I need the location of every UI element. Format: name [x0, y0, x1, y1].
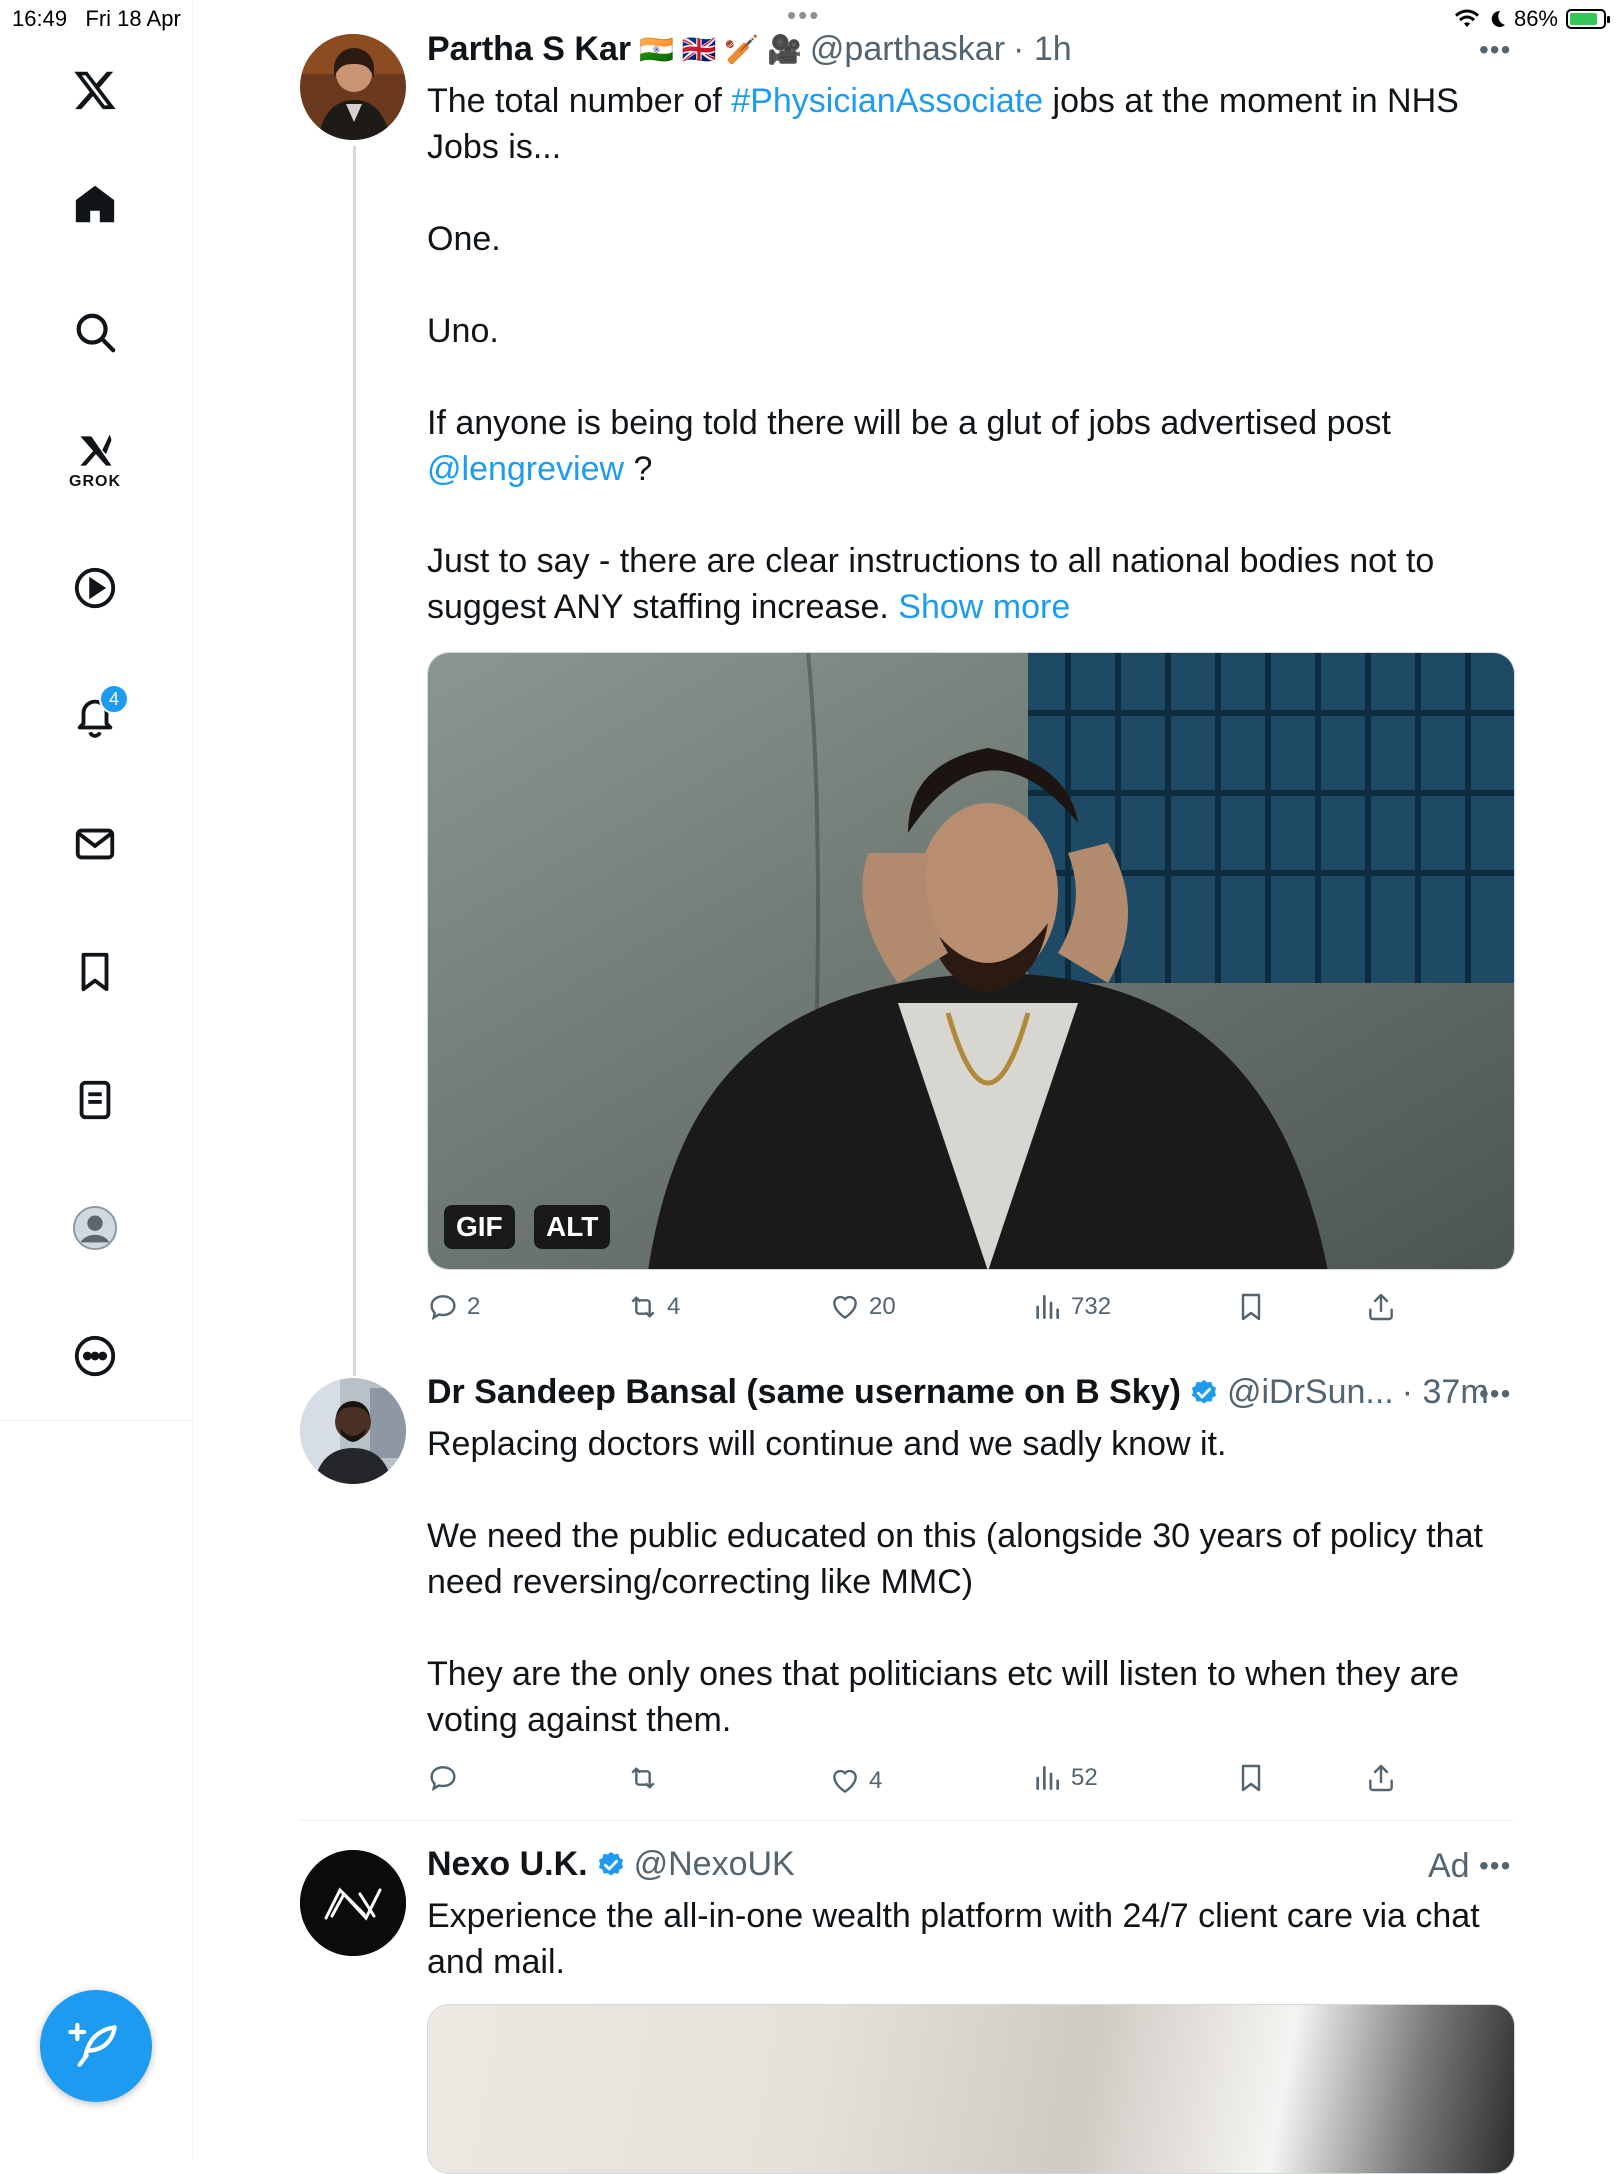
- tweet-separator: [300, 1820, 1515, 1821]
- tweet-2-like-count: 4: [869, 1767, 883, 1794]
- tweet-1-view-count: 732: [1071, 1293, 1112, 1320]
- search-icon[interactable]: [47, 284, 143, 380]
- tweet-1-like-count: 20: [869, 1293, 896, 1320]
- tweet-1-handle[interactable]: @parthaskar: [810, 30, 1005, 69]
- share-icon: [1369, 1764, 1393, 1792]
- repost-icon: [631, 1296, 655, 1318]
- verified-badge-icon: [598, 1851, 623, 1876]
- reply-icon: [430, 1766, 456, 1792]
- tweet-1-bookmark-button[interactable]: [1235, 1291, 1267, 1323]
- feather-plus-icon: [68, 2022, 117, 2067]
- home-icon[interactable]: [47, 156, 143, 252]
- share-icon: [1369, 1293, 1393, 1321]
- bookmark-icon[interactable]: [47, 924, 143, 1020]
- sidebar-item-grok[interactable]: GROK: [47, 412, 143, 508]
- tweet-3-author-name[interactable]: Nexo U.K.: [427, 1845, 588, 1884]
- more-icon[interactable]: [47, 1308, 143, 1404]
- tweet-1-mention-link[interactable]: @lengreview: [427, 450, 624, 488]
- tweet-2-bookmark-button[interactable]: [1235, 1762, 1267, 1794]
- avatar-sandeep[interactable]: [300, 1378, 406, 1484]
- sidebar-item-notifications[interactable]: 4: [47, 668, 143, 764]
- tweet-1-repost-button[interactable]: 4: [627, 1291, 680, 1323]
- verified-badge-icon: [1191, 1379, 1217, 1404]
- tweet-3-more-menu-icon[interactable]: •••: [1479, 1850, 1511, 1882]
- views-chart-icon: [1036, 1295, 1059, 1319]
- tweet-1-share-button[interactable]: [1365, 1291, 1397, 1323]
- tweet-3-header: Nexo U.K. @NexoUK: [427, 1845, 795, 1884]
- tweet-1-header: Partha S Kar 🇮🇳 🇬🇧 🏏 🎥 @parthaskar · 1h: [427, 30, 1072, 69]
- avatar-partha[interactable]: [300, 34, 406, 140]
- grok-icon: [80, 434, 112, 466]
- tweet-1-timestamp[interactable]: · 1h: [1013, 30, 1072, 69]
- moon-icon: [1491, 10, 1505, 27]
- tweet-1-author-name[interactable]: Partha S Kar: [427, 30, 631, 69]
- compose-post-button[interactable]: [40, 1990, 152, 2102]
- battery-percent: 86%: [1513, 6, 1558, 31]
- ad-media-image[interactable]: [427, 2004, 1515, 2174]
- battery-icon: [1566, 9, 1610, 29]
- tweet-1-views-button[interactable]: 732: [1031, 1291, 1111, 1323]
- tweet-2-view-count: 52: [1071, 1764, 1098, 1791]
- tweet-3-handle[interactable]: @NexoUK: [634, 1845, 795, 1884]
- tweet-1-reply-button[interactable]: 2: [427, 1291, 480, 1323]
- tweet-1-text-part-1: The total number of: [427, 82, 732, 120]
- tweet-2-views-button[interactable]: 52: [1031, 1762, 1098, 1794]
- tweet-2-timestamp[interactable]: · 37m: [1402, 1373, 1489, 1412]
- thread-connector-line: [353, 146, 356, 1376]
- tweet-2-handle[interactable]: @iDrSun...: [1227, 1373, 1394, 1412]
- sidebar-divider: [0, 1420, 192, 1421]
- x-logo-icon[interactable]: [47, 42, 143, 138]
- tweet-1-repost-count: 4: [667, 1293, 681, 1320]
- avatar-nexo[interactable]: [300, 1850, 406, 1956]
- lists-icon[interactable]: [47, 1052, 143, 1148]
- tweet-2-text: Replacing doctors will continue and we s…: [427, 1425, 1483, 1739]
- tweet-2-reply-button[interactable]: [427, 1762, 467, 1794]
- tweet-2-more-menu-icon[interactable]: •••: [1479, 1378, 1511, 1410]
- tweet-1-flag-emojis: 🇮🇳 🇬🇧 🏏 🎥: [639, 34, 802, 65]
- grok-label: GROK: [69, 473, 121, 490]
- tweet-2-share-button[interactable]: [1365, 1762, 1397, 1794]
- tweet-1-reply-count: 2: [467, 1293, 481, 1320]
- repost-icon: [631, 1767, 655, 1789]
- tweet-1-text-part-2: jobs at the moment in NHS Jobs is... One…: [427, 82, 1459, 442]
- tweet-3-text: Experience the all-in-one wealth platfor…: [427, 1897, 1480, 1981]
- tweet-2-like-button[interactable]: 4: [829, 1765, 882, 1797]
- bookmark-icon: [1241, 1764, 1261, 1792]
- tweet-1-show-more-link[interactable]: Show more: [898, 588, 1070, 626]
- status-indicators: 86%: [1454, 6, 1610, 32]
- heart-icon: [833, 1295, 857, 1320]
- tweet-1-like-button[interactable]: 20: [829, 1291, 896, 1323]
- views-chart-icon: [1036, 1766, 1059, 1790]
- tweet-2-header: Dr Sandeep Bansal (same username on B Sk…: [427, 1373, 1489, 1412]
- profile-avatar-icon[interactable]: [47, 1180, 143, 1276]
- tweet-1-body: The total number of #PhysicianAssociate …: [427, 78, 1517, 630]
- video-icon[interactable]: [47, 540, 143, 636]
- heart-icon: [833, 1769, 857, 1794]
- bookmark-icon: [1241, 1293, 1261, 1321]
- tweet-1-more-menu-icon[interactable]: •••: [1479, 34, 1511, 66]
- multitasking-dots[interactable]: •••: [787, 0, 820, 31]
- tweet-2-author-name[interactable]: Dr Sandeep Bansal (same username on B Sk…: [427, 1373, 1181, 1412]
- wifi-icon: [1454, 9, 1479, 27]
- mail-icon[interactable]: [47, 796, 143, 892]
- tweet-1-gif-media[interactable]: GIF ALT: [427, 652, 1515, 1270]
- ad-label: Ad: [1428, 1847, 1470, 1885]
- gif-badge: GIF: [444, 1205, 515, 1249]
- notifications-badge: 4: [99, 684, 129, 714]
- tweet-2-repost-button[interactable]: [627, 1762, 667, 1794]
- battery-fill: [1570, 13, 1597, 25]
- alt-text-button[interactable]: ALT: [534, 1205, 611, 1249]
- reply-icon: [430, 1295, 456, 1321]
- tweet-1-hashtag-link[interactable]: #PhysicianAssociate: [731, 82, 1043, 120]
